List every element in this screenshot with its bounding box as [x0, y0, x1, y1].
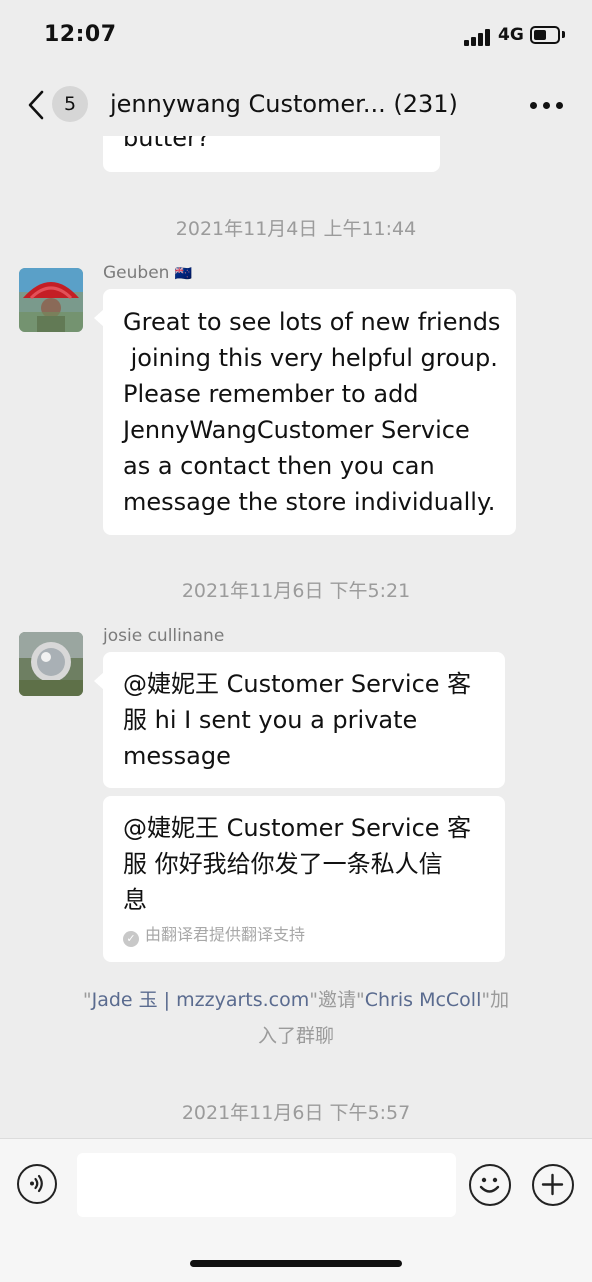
- unread-count-badge[interactable]: 5: [52, 86, 88, 122]
- sender-name: Geuben 🇳🇿: [103, 263, 193, 283]
- chat-messages[interactable]: butter? 2021年11月4日 上午11:44 Geuben 🇳🇿 Gre…: [0, 136, 592, 1138]
- message-line: JennyWangCustomer Service: [123, 416, 470, 444]
- timestamp: 2021年11月6日 下午5:57: [181, 1102, 411, 1124]
- emoji-button[interactable]: [469, 1164, 511, 1206]
- message-bubble-geuben[interactable]: Great to see lots of new friends joining…: [94, 289, 516, 535]
- chat-header: 5 jennywang Customer... (231): [0, 74, 592, 136]
- smiley-icon: [479, 1177, 500, 1193]
- message-line: joining this very helpful group.: [123, 344, 498, 372]
- sender-name: josie cullinane: [103, 626, 225, 646]
- message-text-input[interactable]: [77, 1153, 456, 1217]
- check-circle-icon: ✓: [123, 931, 139, 947]
- translated-line: @婕妮王 Customer Service 客: [123, 814, 472, 842]
- message-line: message: [123, 742, 231, 770]
- message-line: 服 hi I sent you a private: [123, 706, 418, 734]
- status-bar: 12:07 4G: [0, 0, 592, 74]
- invitee-link[interactable]: Chris McColl: [365, 989, 482, 1011]
- translation-bubble[interactable]: @婕妮王 Customer Service 客 服 你好我给你发了一条私人信 息…: [103, 796, 505, 962]
- message-line: Great to see lots of new friends: [123, 308, 501, 336]
- message-line: @婕妮王 Customer Service 客: [123, 670, 472, 698]
- home-indicator[interactable]: [190, 1260, 402, 1267]
- voice-icon: [30, 1174, 43, 1193]
- timestamp: 2021年11月6日 下午5:21: [181, 580, 411, 602]
- message-bubble-previous[interactable]: butter?: [103, 136, 440, 172]
- system-message-invite: "Jade 玉 | mzzyarts.com"邀请"Chris McColl"加…: [40, 982, 552, 1054]
- timestamp: 2021年11月4日 上午11:44: [175, 218, 417, 240]
- system-line-1: "Jade 玉 | mzzyarts.com"邀请"Chris McColl"加: [82, 989, 510, 1011]
- battery-tip: [562, 31, 565, 38]
- translated-line: 服 你好我给你发了一条私人信: [123, 850, 443, 878]
- more-features-button[interactable]: [532, 1164, 574, 1206]
- inviter-link[interactable]: Jade 玉 | mzzyarts.com: [92, 989, 310, 1011]
- chat-title[interactable]: jennywang Customer... (231): [110, 90, 458, 118]
- message-line: as a contact then you can: [123, 452, 435, 480]
- avatar-geuben[interactable]: [19, 268, 83, 332]
- message-line: Please remember to add: [123, 380, 419, 408]
- battery-icon: [530, 26, 560, 44]
- more-options-icon[interactable]: [530, 102, 564, 110]
- translated-line: 息: [123, 886, 147, 914]
- message-input-bar: [0, 1138, 592, 1282]
- message-text: butter?: [123, 136, 210, 152]
- voice-input-button[interactable]: [17, 1164, 57, 1204]
- translation-note: ✓ 由翻译君提供翻译支持: [123, 924, 485, 947]
- message-bubble-josie-1[interactable]: @婕妮王 Customer Service 客 服 hi I sent you …: [94, 652, 505, 788]
- message-line: message the store individually.: [123, 488, 496, 516]
- avatar-josie[interactable]: [19, 632, 83, 696]
- system-line-2: 入了群聊: [257, 1025, 334, 1047]
- nz-flag-icon: 🇳🇿: [174, 266, 193, 282]
- cellular-signal-icon: [464, 28, 492, 46]
- back-chevron-icon[interactable]: [24, 88, 48, 122]
- network-type: 4G: [498, 25, 524, 45]
- status-time: 12:07: [44, 22, 117, 47]
- plus-icon: [541, 1173, 564, 1196]
